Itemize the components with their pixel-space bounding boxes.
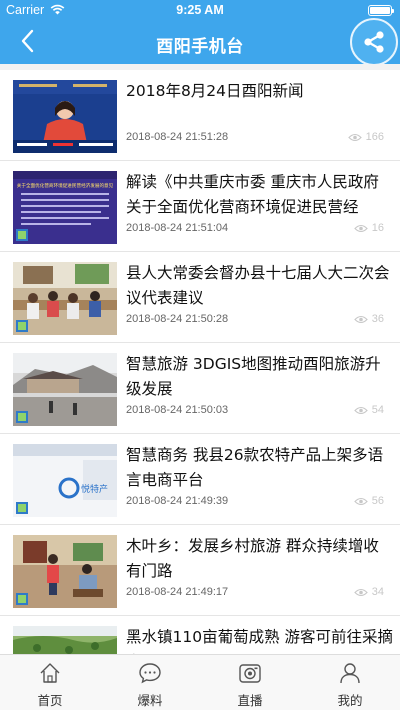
tab-label: 首页 (37, 693, 63, 708)
news-thumbnail-grapes (13, 626, 117, 654)
news-datetime: 2018-08-24 21:51:28 (126, 131, 229, 143)
news-datetime: 2018-08-24 21:50:03 (126, 404, 229, 416)
tab-report[interactable]: 爆料 (100, 655, 200, 710)
news-datetime: 2018-08-24 21:49:39 (126, 495, 229, 507)
camera-icon (239, 664, 261, 683)
news-title: 智慧商务 我县26款农特产品上架多语言电商平台 (126, 446, 384, 489)
eye-icon (347, 133, 362, 141)
news-title: 2018年8月24日酉阳新闻 (126, 82, 304, 100)
view-count-value: 36 (371, 313, 384, 325)
news-datetime: 2018-08-24 21:51:04 (126, 222, 229, 234)
view-count-value: 166 (365, 131, 384, 143)
news-thumbnail-ecommerce: 悦特产 (13, 444, 117, 517)
share-icon (364, 31, 384, 53)
user-icon (340, 663, 360, 684)
clock: 9:25 AM (176, 3, 224, 17)
news-item[interactable]: 智慧旅游 3DGIS地图推动酉阳旅游升级发展 2018-08-24 21:50:… (0, 343, 400, 434)
page-title: 酉阳手机台 (156, 37, 244, 57)
eye-icon (353, 315, 368, 323)
chat-bubble-icon (139, 663, 161, 684)
view-count-value: 34 (371, 586, 384, 598)
home-icon (40, 663, 60, 683)
eye-icon (353, 406, 368, 414)
news-item[interactable]: 黑水镇110亩葡萄成熟 游客可前往采摘尝鲜 (0, 616, 400, 654)
view-count-value: 56 (371, 495, 384, 507)
eye-icon (353, 224, 368, 232)
view-count-value: 54 (371, 404, 384, 416)
tab-home[interactable]: 首页 (0, 655, 100, 710)
news-thumbnail-village (13, 535, 117, 608)
news-title: 黑水镇110亩葡萄成熟 游客可前往采摘尝鲜 (126, 628, 394, 654)
news-item[interactable]: 2018年8月24日酉阳新闻 2018-08-24 21:51:28 166 (0, 70, 400, 161)
tab-live[interactable]: 直播 (200, 655, 300, 710)
news-item[interactable]: 关于全面优化营商环境促进民营经济发展的意见 解读《中共重庆市委 重庆市人民政府关… (0, 161, 400, 252)
news-title: 解读《中共重庆市委 重庆市人民政府关于全面优化营商环境促进民营经 (126, 173, 379, 216)
view-count: 16 (353, 222, 384, 234)
tab-label: 我的 (337, 693, 363, 708)
news-title: 木叶乡：发展乡村旅游 群众持续增收有门路 (126, 537, 379, 580)
eye-icon (353, 497, 368, 505)
status-bar: Carrier 9:25 AM (0, 0, 400, 20)
news-thumbnail-tourism (13, 353, 117, 426)
ecommerce-logo-text: 悦特产 (81, 483, 108, 495)
tab-mine[interactable]: 我的 (300, 655, 400, 710)
eye-icon (353, 588, 368, 596)
share-button[interactable] (350, 18, 398, 66)
news-item[interactable]: 悦特产 智慧商务 我县26款农特产品上架多语言电商平台 2018-08-24 2… (0, 434, 400, 525)
tab-label: 直播 (237, 693, 263, 708)
news-item[interactable]: 县人大常委会督办县十七届人大二次会议代表建议 2018-08-24 21:50:… (0, 252, 400, 343)
view-count: 54 (353, 404, 384, 416)
news-item[interactable]: 木叶乡：发展乡村旅游 群众持续增收有门路 2018-08-24 21:49:17… (0, 525, 400, 616)
bottom-tab-bar: 首页 爆料 直播 我的 (0, 654, 400, 710)
view-count-value: 16 (371, 222, 384, 234)
news-datetime: 2018-08-24 21:50:28 (126, 313, 229, 325)
news-title: 智慧旅游 3DGIS地图推动酉阳旅游升级发展 (126, 355, 381, 398)
news-list[interactable]: 2018年8月24日酉阳新闻 2018-08-24 21:51:28 166 关… (0, 70, 400, 654)
news-title: 县人大常委会督办县十七届人大二次会议代表建议 (126, 264, 390, 307)
view-count: 56 (353, 495, 384, 507)
news-thumbnail-policy: 关于全面优化营商环境促进民营经济发展的意见 (13, 171, 117, 244)
tab-label: 爆料 (137, 693, 163, 708)
battery-icon (368, 5, 394, 16)
view-count: 34 (353, 586, 384, 598)
view-count: 36 (353, 313, 384, 325)
view-count: 166 (347, 131, 384, 143)
news-thumbnail-meeting (13, 262, 117, 335)
policy-thumb-title: 关于全面优化营商环境促进民营经济发展的意见 (17, 182, 114, 189)
app-header: Carrier 9:25 AM 酉阳手机台 (0, 0, 400, 66)
news-datetime: 2018-08-24 21:49:17 (126, 586, 229, 598)
news-thumbnail-anchor (13, 80, 117, 153)
